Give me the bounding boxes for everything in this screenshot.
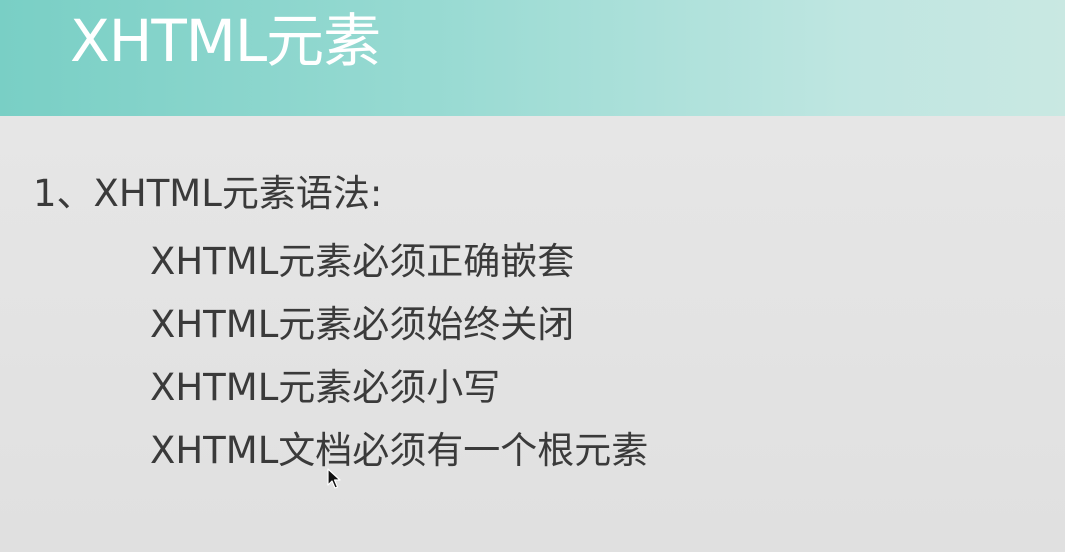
section-heading: 1、XHTML元素语法: (33, 172, 383, 215)
rule-item-nesting: XHTML元素必须正确嵌套 (150, 240, 575, 283)
slide-header: XHTML元素 (0, 0, 1065, 116)
rule-item-root-element: XHTML文档必须有一个根元素 (150, 429, 649, 472)
rule-item-closing: XHTML元素必须始终关闭 (150, 303, 575, 346)
rule-list: XHTML元素必须正确嵌套 XHTML元素必须始终关闭 XHTML元素必须小写 … (150, 230, 648, 482)
mouse-pointer-icon (327, 468, 341, 490)
slide-title: XHTML元素 (70, 7, 381, 75)
rule-item-lowercase: XHTML元素必须小写 (150, 366, 501, 409)
